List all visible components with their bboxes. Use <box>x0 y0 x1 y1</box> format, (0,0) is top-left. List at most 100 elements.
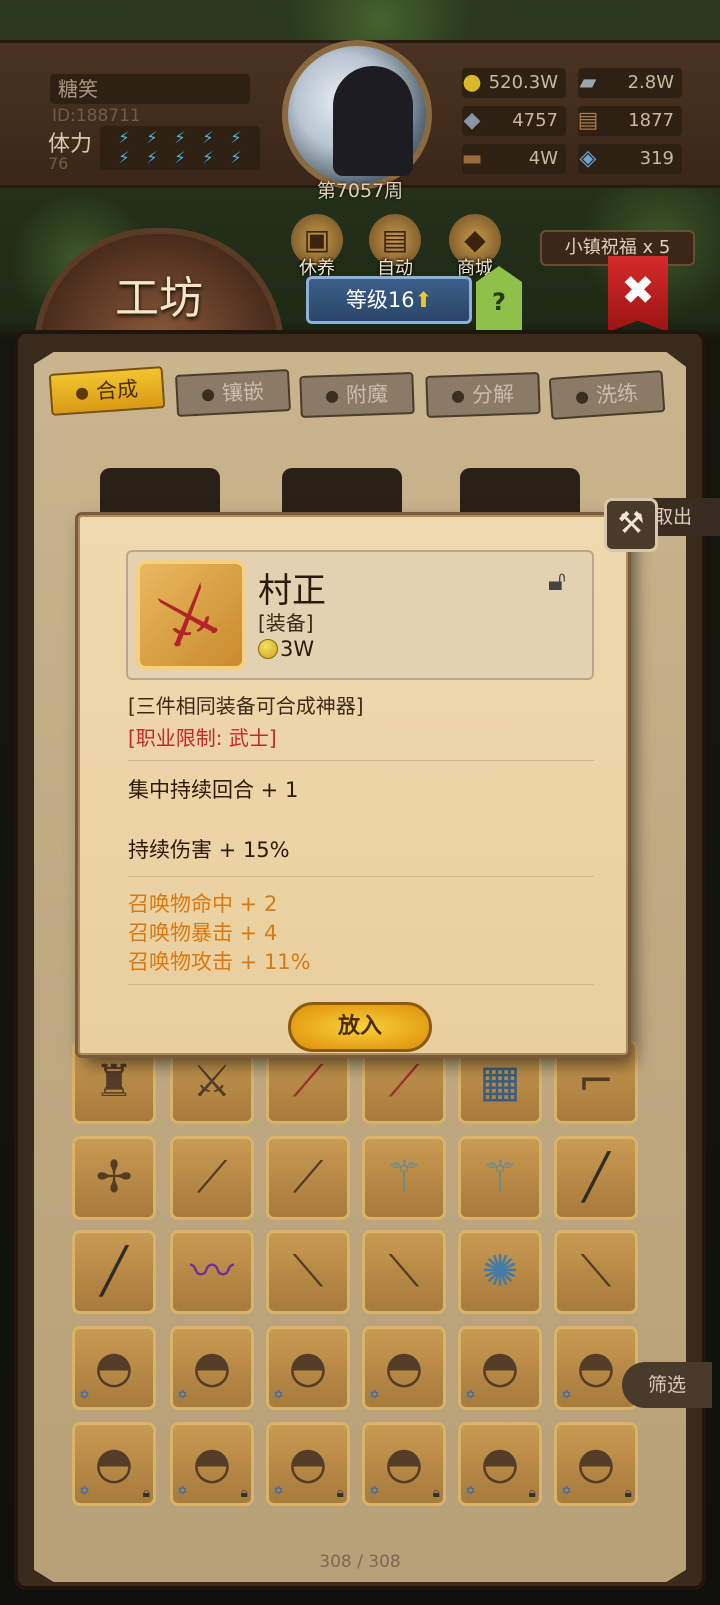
divider <box>128 760 594 761</box>
tab-dot-icon <box>75 387 89 401</box>
tab-dot-icon <box>201 389 215 402</box>
gold-coin-icon <box>258 639 278 659</box>
dialog-close-button[interactable]: ⚒ <box>604 498 658 552</box>
lightning-icon: ⚡ <box>174 148 186 167</box>
item-price-value: 3W <box>280 637 315 661</box>
resource-value: 1877 <box>628 110 674 131</box>
inventory-slot[interactable]: ◓ ✡ 🔒︎ <box>72 1422 156 1506</box>
inventory-slot[interactable]: ◓ ✡ <box>458 1326 542 1410</box>
lock-icon: 🔒︎ <box>432 1485 440 1501</box>
tab-compose[interactable]: 合成 <box>48 366 166 416</box>
portrait-silhouette <box>333 66 413 176</box>
lance-icon: ⟍ <box>292 1246 324 1297</box>
inventory-slot[interactable]: ⟋ <box>266 1136 350 1220</box>
nav-rest-button[interactable]: ▣ 休养 <box>282 214 352 284</box>
inventory-slot[interactable]: ⚚ <box>362 1136 446 1220</box>
inventory-slot[interactable]: ✢ <box>72 1136 156 1220</box>
divider <box>128 876 594 877</box>
workshop-level-badge[interactable]: 等级16⬆ <box>306 276 472 324</box>
bonus-stat-line: 召唤物暴击 + 4 <box>128 921 278 945</box>
inventory-slot[interactable]: ⟍ <box>362 1230 446 1314</box>
inventory-slot[interactable]: ⟍ <box>554 1230 638 1314</box>
padlock-icon: 🔓︎ <box>547 564 567 597</box>
bonus-stat-line: 召唤物命中 + 2 <box>128 892 278 916</box>
lightning-icon: ⚡ <box>146 128 158 147</box>
lightning-icon: ⚡ <box>230 128 242 147</box>
tab-dot-icon <box>451 390 465 404</box>
close-icon: ✖ <box>621 268 655 314</box>
inventory-slot[interactable]: ◓ ✡ <box>266 1326 350 1410</box>
inventory-slot[interactable]: ◓ ✡ <box>362 1326 446 1410</box>
player-portrait-avatar[interactable] <box>282 40 432 190</box>
page-title: 工坊 <box>115 273 203 324</box>
player-panel[interactable]: 糖笑 ID:188711 体力 76 ⚡ ⚡ ⚡ ⚡ ⚡ ⚡ ⚡ ⚡ ⚡ ⚡ <box>20 60 270 180</box>
star-icon: ✡ <box>369 1484 380 1499</box>
resource-crystal[interactable]: ◈ 319 <box>578 144 682 174</box>
tab-inlay[interactable]: 镶嵌 <box>174 369 292 417</box>
level-text: 等级16 <box>345 288 415 312</box>
lightning-icon: ⚡ <box>230 148 242 167</box>
resource-value: 4W <box>528 148 558 169</box>
inventory-slot[interactable]: ◓ ✡ <box>72 1326 156 1410</box>
inventory-slot[interactable]: ◓ ✡ <box>170 1326 254 1410</box>
star-icon: ✡ <box>79 1484 90 1499</box>
inventory-slot[interactable]: ⚚ <box>458 1136 542 1220</box>
inventory-slot[interactable]: ⟋ <box>170 1136 254 1220</box>
resource-ore[interactable]: ◆ 4757 <box>462 106 566 136</box>
cloth-icon: ▤ <box>577 108 599 133</box>
staff-icon: ⚚ <box>480 1152 520 1203</box>
tab-enchant[interactable]: 附魔 <box>299 372 415 418</box>
staff-icon: ⚚ <box>384 1152 424 1203</box>
inventory-slot[interactable]: ◓ ✡ 🔒︎ <box>362 1422 446 1506</box>
star-icon: ✡ <box>273 1388 284 1403</box>
player-id: ID:188711 <box>52 106 141 126</box>
gold-coin-icon: ● <box>462 70 482 95</box>
stamina-bar: ⚡ ⚡ ⚡ ⚡ ⚡ ⚡ ⚡ ⚡ ⚡ ⚡ <box>100 126 260 170</box>
crystal-icon: ◈ <box>579 146 597 171</box>
unlock-toggle-button[interactable]: 🔓︎ <box>540 564 574 600</box>
bonus-stat-line: 召唤物攻击 + 11% <box>128 950 311 974</box>
resource-cloth[interactable]: ▤ 1877 <box>578 106 682 136</box>
resource-wood[interactable]: ▬ 4W <box>462 144 566 174</box>
player-name: 糖笑 <box>50 74 250 104</box>
resource-value: 520.3W <box>488 72 558 93</box>
iron-ingot-icon: ▰ <box>579 70 597 95</box>
inventory-slot[interactable]: ╱ <box>554 1136 638 1220</box>
crossbow-icon: ✢ <box>95 1152 133 1203</box>
divider <box>128 984 594 985</box>
rod-icon: ╱ <box>100 1246 128 1297</box>
resource-value: 319 <box>639 148 674 169</box>
inventory-slot[interactable]: ◓ ✡ 🔒︎ <box>170 1422 254 1506</box>
place-in-button[interactable]: 放入 <box>288 1002 432 1052</box>
tab-label: 洗练 <box>595 380 639 408</box>
tab-refine[interactable]: 洗练 <box>548 370 666 420</box>
inventory-slot[interactable]: ╱ <box>72 1230 156 1314</box>
star-icon: ✡ <box>465 1388 476 1403</box>
tab-decompose[interactable]: 分解 <box>425 372 541 418</box>
resource-gold[interactable]: ● 520.3W <box>462 68 566 98</box>
star-icon: ✡ <box>465 1484 476 1499</box>
lock-icon: 🔒︎ <box>142 1485 150 1501</box>
resource-value: 4757 <box>512 110 558 131</box>
rod-icon: ╱ <box>582 1152 610 1203</box>
lance-icon: ⟍ <box>388 1246 420 1297</box>
item-name: 村正 <box>258 571 326 611</box>
inventory-slot[interactable]: ⟍ <box>266 1230 350 1314</box>
inventory-slot[interactable]: ◓ ✡ 🔒︎ <box>266 1422 350 1506</box>
star-icon: ✡ <box>79 1388 90 1403</box>
inventory-slot[interactable]: ◓ ✡ 🔒︎ <box>458 1422 542 1506</box>
inventory-count: 308 / 308 <box>319 1552 401 1572</box>
nav-auto-button[interactable]: ▤ 自动 <box>360 214 430 284</box>
filter-button[interactable]: 筛选 <box>622 1362 712 1408</box>
spear-icon: ⟍ <box>580 1246 612 1297</box>
dark-blade-icon: 〰 <box>190 1246 234 1297</box>
star-icon: ✡ <box>561 1388 572 1403</box>
inventory-slot[interactable]: 〰 <box>170 1230 254 1314</box>
star-icon: ✡ <box>561 1484 572 1499</box>
rapier-icon: ⟋ <box>196 1152 228 1203</box>
resource-iron[interactable]: ▰ 2.8W <box>578 68 682 98</box>
resource-value: 2.8W <box>627 72 674 93</box>
inventory-slot[interactable]: ✺ <box>458 1230 542 1314</box>
star-icon: ✡ <box>273 1484 284 1499</box>
inventory-slot[interactable]: ◓ ✡ 🔒︎ <box>554 1422 638 1506</box>
